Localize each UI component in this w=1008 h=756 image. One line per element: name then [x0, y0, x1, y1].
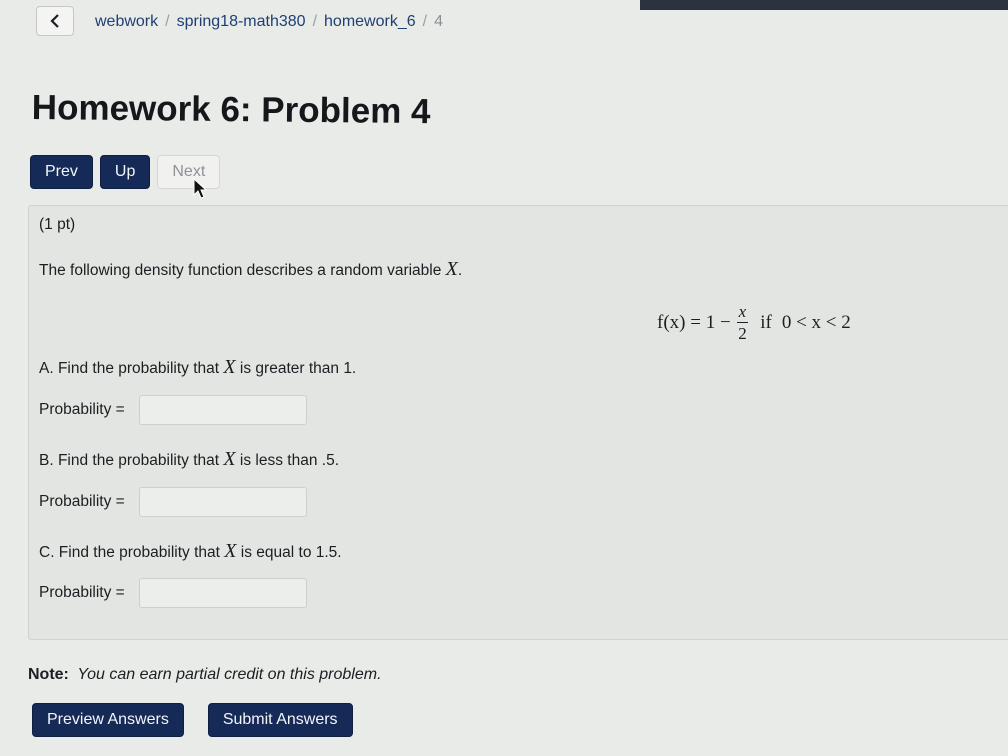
mouse-cursor-icon [193, 178, 207, 199]
chevron-left-icon [50, 14, 59, 28]
window-top-edge [640, 0, 1008, 10]
partial-credit-note: Note: You can earn partial credit on thi… [28, 666, 382, 684]
formula-lhs: f(x) = 1 − [657, 311, 731, 333]
formula-condition: 0 < x < 2 [781, 311, 851, 333]
part-b-text-end: is less than .5. [239, 452, 339, 469]
problem-box: (1 pt) The following density function de… [28, 205, 1008, 640]
part-c-answer-row: Probability = [39, 578, 307, 608]
part-b-answer-label: Probability = [39, 493, 125, 510]
formula-if: if [760, 311, 772, 333]
fraction-numerator: x [736, 302, 749, 323]
density-formula: f(x) = 1 − x 2 if 0 < x < 2 [657, 303, 851, 342]
preview-answers-button[interactable]: Preview Answers [32, 703, 184, 737]
variable-symbol: X [223, 448, 236, 470]
submit-actions: Preview Answers Submit Answers [32, 703, 353, 737]
submit-answers-button[interactable]: Submit Answers [207, 703, 353, 737]
note-text: You can earn partial credit on this prob… [77, 666, 382, 683]
part-c-answer-input[interactable] [138, 578, 307, 608]
part-a-answer-row: Probability = [39, 395, 307, 425]
formula-fraction: x 2 [736, 302, 749, 343]
problem-nav: Prev Up Next [30, 155, 221, 189]
part-b-question: B. Find the probability that X is less t… [39, 448, 339, 471]
variable-symbol: X [223, 356, 236, 378]
part-c-question: C. Find the probability that X is equal … [39, 540, 342, 563]
breadcrumb-webwork[interactable]: webwork [95, 13, 158, 31]
part-a-answer-input[interactable] [138, 395, 307, 425]
breadcrumb-current: 4 [434, 13, 443, 30]
variable-symbol: X [224, 540, 237, 562]
part-b-text: B. Find the probability that [39, 452, 220, 469]
problem-intro: The following density function describes… [39, 258, 462, 281]
problem-intro-text: The following density function describes… [39, 262, 442, 279]
breadcrumb: webwork / spring18-math380 / homework_6 … [95, 13, 443, 31]
breadcrumb-separator: / [422, 13, 428, 30]
variable-symbol: X [445, 258, 458, 280]
part-a-text: A. Find the probability that [39, 360, 220, 377]
part-b-answer-input[interactable] [138, 487, 307, 517]
part-a-question: A. Find the probability that X is greate… [39, 356, 356, 379]
part-a-answer-label: Probability = [39, 401, 125, 418]
breadcrumb-course[interactable]: spring18-math380 [177, 13, 306, 31]
breadcrumb-separator: / [165, 13, 170, 30]
part-a-text-end: is greater than 1. [239, 360, 357, 377]
period: . [457, 262, 463, 279]
up-button[interactable]: Up [99, 155, 151, 189]
fraction-denominator: 2 [738, 324, 747, 343]
breadcrumb-set[interactable]: homework_6 [324, 13, 416, 31]
part-c-text: C. Find the probability that [39, 544, 220, 561]
page-title: Homework 6: Problem 4 [31, 88, 431, 132]
part-c-answer-label: Probability = [39, 584, 125, 601]
next-button: Next [157, 155, 221, 189]
part-b-answer-row: Probability = [39, 487, 307, 517]
part-c-text-end: is equal to 1.5. [240, 544, 342, 561]
problem-points: (1 pt) [39, 216, 76, 233]
back-button[interactable] [36, 6, 74, 36]
note-label: Note: [28, 666, 69, 683]
breadcrumb-separator: / [312, 13, 318, 30]
prev-button[interactable]: Prev [30, 155, 93, 189]
